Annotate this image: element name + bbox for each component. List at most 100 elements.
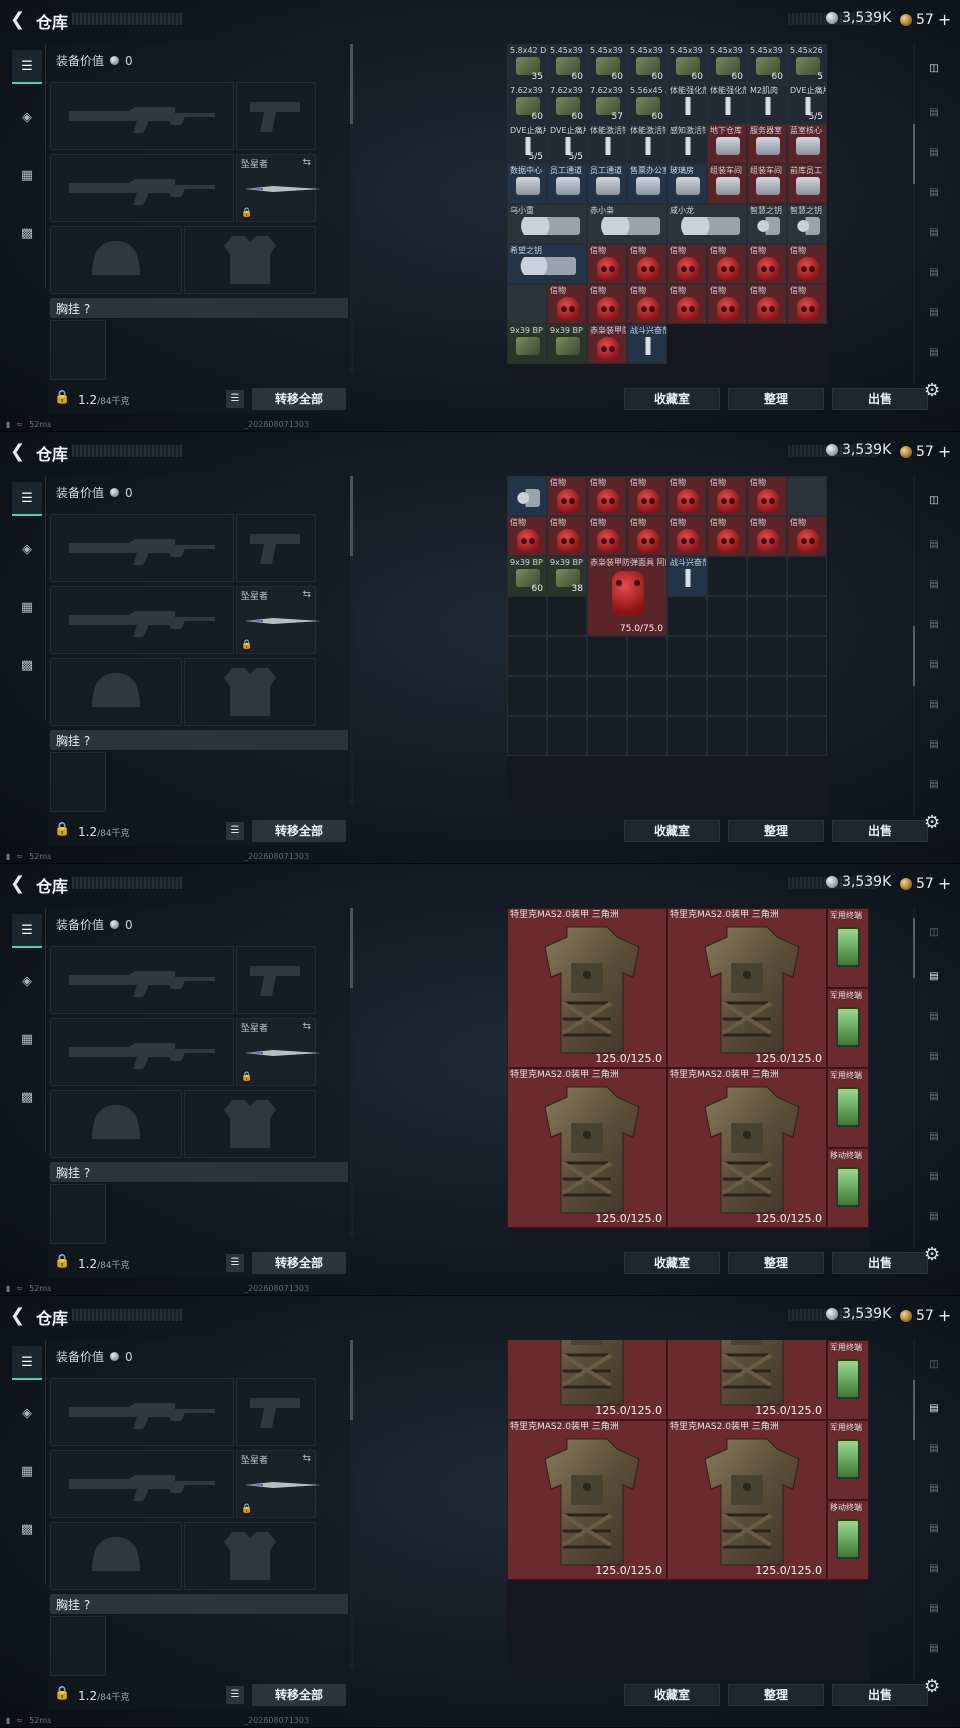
storage-item[interactable]: 9x39 BP 60 — [507, 556, 547, 596]
storage-tab-4-icon[interactable]: ▤ — [920, 652, 948, 676]
empty-cell[interactable] — [507, 596, 547, 636]
primary-weapon-slot[interactable] — [50, 82, 234, 150]
storage-item-token[interactable]: 信物 — [667, 244, 707, 284]
storage-item[interactable]: 员工通道 — [587, 164, 627, 204]
collection-room-button[interactable]: 收藏室 — [624, 1252, 720, 1274]
empty-cell[interactable] — [627, 676, 667, 716]
storage-item[interactable]: 9x39 BP — [507, 324, 547, 364]
terminal-item[interactable]: 军用终端 — [827, 1420, 869, 1500]
empty-cell[interactable] — [787, 676, 827, 716]
storage-item-token[interactable]: 信物 — [707, 284, 747, 324]
settings-gear-icon[interactable]: ⚙ — [924, 380, 940, 401]
transfer-all-button[interactable]: 转移全部 — [252, 1252, 346, 1274]
storage-tab-6-icon[interactable]: ▤ — [920, 300, 948, 324]
storage-tab-6-icon[interactable]: ▤ — [920, 1596, 948, 1620]
helmet-slot[interactable] — [50, 226, 182, 294]
storage-item[interactable]: 地下仓库 — [707, 124, 747, 164]
lock-icon[interactable]: 🔒 — [54, 1254, 70, 1269]
safe-box-icon[interactable]: ◫ — [920, 1352, 948, 1376]
storage-tab-7-icon[interactable]: ▤ — [920, 772, 948, 796]
sort-button[interactable]: 整理 — [728, 820, 824, 842]
empty-cell[interactable] — [587, 636, 627, 676]
storage-item[interactable]: DVE止痛片 5/5 — [547, 124, 587, 164]
storage-tab-5-icon[interactable]: ▤ — [920, 692, 948, 716]
storage-scrollbar[interactable] — [913, 44, 915, 384]
back-arrow-icon[interactable]: ❮ — [10, 9, 32, 31]
storage-item[interactable] — [507, 284, 547, 324]
storage-item-token[interactable]: 信物 — [587, 284, 627, 324]
primary-weapon-slot[interactable] — [50, 514, 234, 582]
storage-item[interactable]: 组装车间 — [707, 164, 747, 204]
tab-gun-icon[interactable]: ☰ — [12, 482, 42, 516]
storage-item-token[interactable]: 信物 — [587, 476, 627, 516]
collection-room-button[interactable]: 收藏室 — [624, 1684, 720, 1706]
primary-weapon-slot[interactable] — [50, 1378, 234, 1446]
transfer-all-button[interactable]: 转移全部 — [252, 820, 346, 842]
loadout-scrollbar[interactable] — [350, 1340, 353, 1670]
empty-cell[interactable] — [627, 636, 667, 676]
hope-key-item[interactable]: 希望之钥 — [507, 244, 587, 284]
storage-tab-4-icon[interactable]: ▤ — [920, 1084, 948, 1108]
storage-item-token[interactable]: 信物 — [747, 284, 787, 324]
storage-scrollbar[interactable] — [913, 1340, 915, 1680]
terminal-item[interactable]: 军用终端 — [827, 908, 869, 988]
storage-item[interactable]: 7.62x39 BP 57 — [587, 84, 627, 124]
terminal-item[interactable]: 军用终端 — [827, 988, 869, 1068]
storage-item-token[interactable]: 信物 — [787, 284, 827, 324]
sell-button[interactable]: 出售 — [832, 1252, 928, 1274]
storage-item[interactable]: 员工通道 — [547, 164, 587, 204]
storage-tab-7-icon[interactable]: ▤ — [920, 1636, 948, 1660]
storage-item-token[interactable]: 信物 — [667, 516, 707, 556]
gold-currency[interactable]: 57 + — [900, 442, 951, 461]
lock-icon[interactable]: 🔒 — [54, 822, 70, 837]
tab-medal-icon[interactable]: ◈ — [12, 102, 42, 132]
chest-rig-slot[interactable] — [50, 1184, 106, 1244]
storage-item-token[interactable]: 信物 — [787, 516, 827, 556]
storage-scrollbar[interactable] — [913, 476, 915, 816]
armor-slot[interactable] — [184, 1090, 316, 1158]
key-item[interactable]: 咸小龙 — [667, 204, 747, 244]
armored-mask-item[interactable]: 赤枭装甲防弹面具 阿萨拉 75.0/75.0 — [587, 556, 667, 636]
empty-cell[interactable] — [667, 596, 707, 636]
armor-vest-item[interactable]: 特里克MAS2.0装甲 三角洲125.0/125.0 — [667, 1068, 827, 1228]
transfer-all-button[interactable]: 转移全部 — [252, 1684, 346, 1706]
empty-cell[interactable] — [507, 716, 547, 756]
tab-gun-icon[interactable]: ☰ — [12, 50, 42, 84]
storage-item[interactable]: 5.8x42 DBP10 35 — [507, 44, 547, 84]
storage-item-token[interactable]: 信物 — [547, 476, 587, 516]
empty-cell[interactable] — [747, 636, 787, 676]
empty-cell[interactable] — [667, 636, 707, 676]
storage-item-token[interactable]: 信物 — [547, 284, 587, 324]
terminal-item[interactable]: 军用终端 — [827, 1340, 869, 1420]
sort-button[interactable]: 整理 — [728, 1252, 824, 1274]
storage-item-token[interactable]: 信物 — [627, 244, 667, 284]
tab-medal-icon[interactable]: ◈ — [12, 966, 42, 996]
sort-button[interactable]: 整理 — [728, 388, 824, 410]
storage-item-token[interactable]: 信物 — [627, 516, 667, 556]
list-icon[interactable]: ☰ — [226, 390, 244, 408]
empty-cell[interactable] — [627, 716, 667, 756]
sell-button[interactable]: 出售 — [832, 388, 928, 410]
safe-box-icon[interactable]: ◫ — [920, 920, 948, 944]
storage-tab-1-icon[interactable]: ▤ — [920, 964, 948, 988]
list-icon[interactable]: ☰ — [226, 1254, 244, 1272]
empty-cell[interactable] — [507, 636, 547, 676]
back-arrow-icon[interactable]: ❮ — [10, 873, 32, 895]
loadout-scrollbar[interactable] — [350, 44, 353, 374]
gold-currency[interactable]: 57 + — [900, 874, 951, 893]
helmet-slot[interactable] — [50, 658, 182, 726]
storage-tab-2-icon[interactable]: ▤ — [920, 1004, 948, 1028]
melee-slot[interactable]: 坠星者 ⇆ 🔒 — [236, 154, 321, 222]
tab-medal-icon[interactable]: ◈ — [12, 1398, 42, 1428]
storage-tab-3-icon[interactable]: ▤ — [920, 180, 948, 204]
tab-briefcase-icon[interactable]: ▩ — [12, 1082, 42, 1112]
armor-vest-item[interactable]: 特里克MAS2.0装甲 三角洲125.0/125.0 — [667, 1340, 827, 1420]
empty-cell[interactable] — [707, 636, 747, 676]
tab-clipboard-icon[interactable]: ▦ — [12, 1024, 42, 1054]
storage-tab-1-icon[interactable]: ▤ — [920, 100, 948, 124]
swap-icon[interactable]: ⇆ — [303, 157, 311, 168]
pistol-slot[interactable] — [236, 514, 316, 582]
storage-item[interactable]: 9x39 BP — [547, 324, 587, 364]
chest-rig-slot[interactable] — [50, 320, 106, 380]
storage-item[interactable]: 赤枭装甲防弹面具 阿萨拉 — [587, 324, 627, 364]
